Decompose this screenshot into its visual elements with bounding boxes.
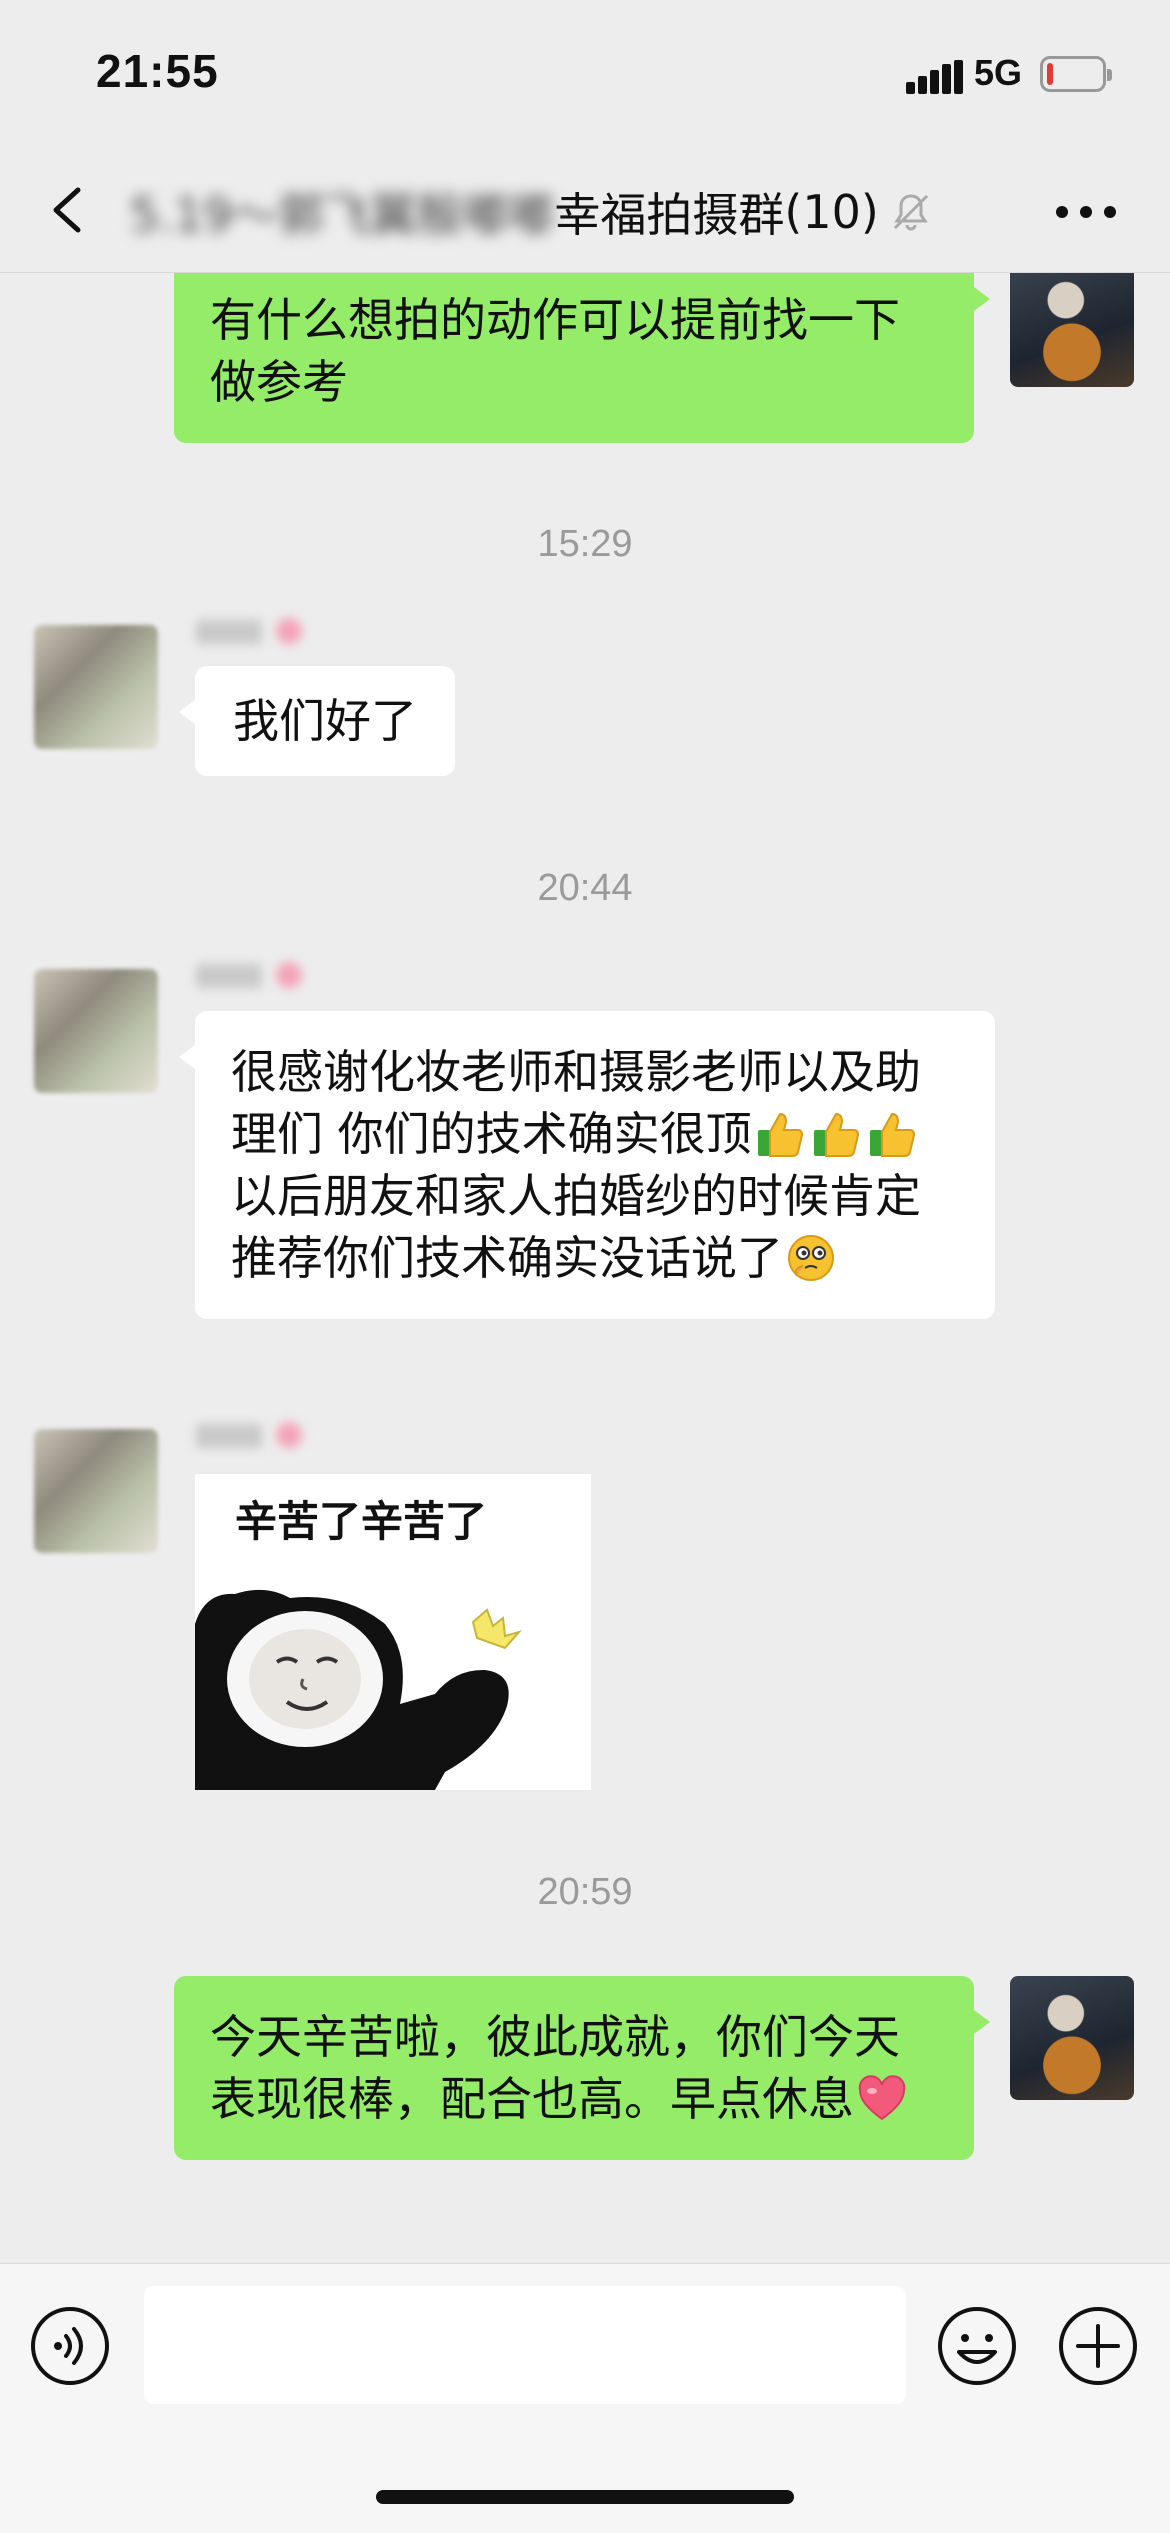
battery-icon	[1040, 56, 1112, 92]
avatar-self[interactable]	[1010, 273, 1134, 387]
chat-title: 5.19～郭飞翼殷嘟嘟 幸福拍摄群 (10)	[130, 180, 933, 244]
avatar-other[interactable]	[34, 969, 158, 1093]
thumbs-up-icon	[757, 1112, 803, 1157]
home-indicator	[376, 2490, 794, 2504]
message-input[interactable]	[144, 2286, 906, 2404]
input-bar	[0, 2263, 1170, 2533]
message-bubble-self[interactable]: 今天辛苦啦，彼此成就，你们今天表现很棒，配合也高。早点休息	[174, 1976, 990, 2160]
heart-icon	[858, 2075, 906, 2121]
network-type: 5G	[974, 52, 1023, 93]
sender-name	[196, 959, 316, 993]
avatar-self[interactable]	[1010, 1976, 1134, 2100]
plus-icon[interactable]	[1058, 2306, 1138, 2386]
message-bubble-other[interactable]: 很感谢化妆老师和摄影老师以及助理们 你们的技术确实很顶以后朋友和家人拍婚纱的时候…	[179, 1011, 995, 1319]
panda-sticker-image	[195, 1589, 522, 1790]
chat-area[interactable]: 有什么想拍的动作可以提前找一下做参考 15:29 我们好了 20:44 很感谢化…	[0, 273, 1170, 2263]
timestamp: 15:29	[537, 523, 633, 565]
avatar-other[interactable]	[34, 625, 158, 749]
message-text: 我们好了	[233, 694, 417, 748]
bell-muted-icon	[893, 194, 928, 231]
message-bubble-other[interactable]: 我们好了	[179, 666, 455, 776]
emoji-icon[interactable]	[937, 2306, 1017, 2386]
chevron-left-icon[interactable]	[44, 184, 96, 236]
member-count: (10)	[784, 185, 879, 239]
avatar-other[interactable]	[34, 1429, 158, 1553]
message-text: 有什么想拍的动作可以提前找一下做参考	[210, 293, 900, 409]
chat-title-text: 幸福拍摄群	[554, 188, 785, 242]
signal-icon	[906, 60, 964, 94]
status-bar: 21:55 5G	[0, 0, 1170, 150]
sticker-message[interactable]: 辛苦了辛苦了	[195, 1474, 591, 1790]
timestamp: 20:44	[537, 867, 633, 909]
voice-icon[interactable]	[30, 2306, 110, 2386]
timestamp: 20:59	[537, 1871, 633, 1913]
sender-name	[196, 1419, 316, 1453]
status-time: 21:55	[96, 45, 219, 97]
thumbs-up-icon	[869, 1112, 915, 1157]
thumbs-up-icon	[813, 1112, 859, 1157]
nav-bar: 5.19～郭飞翼殷嘟嘟 幸福拍摄群 (10)	[0, 150, 1170, 273]
more-dots-icon[interactable]	[1056, 200, 1116, 224]
sender-name	[196, 615, 316, 649]
thinking-face-icon	[788, 1235, 834, 1281]
message-bubble-self[interactable]: 有什么想拍的动作可以提前找一下做参考	[174, 273, 990, 443]
chat-title-blurred: 5.19～郭飞翼殷嘟嘟	[130, 188, 555, 242]
message-text: 今天辛苦啦，彼此成就，你们今天表现很棒，配合也高。早点休息	[210, 2010, 900, 2126]
